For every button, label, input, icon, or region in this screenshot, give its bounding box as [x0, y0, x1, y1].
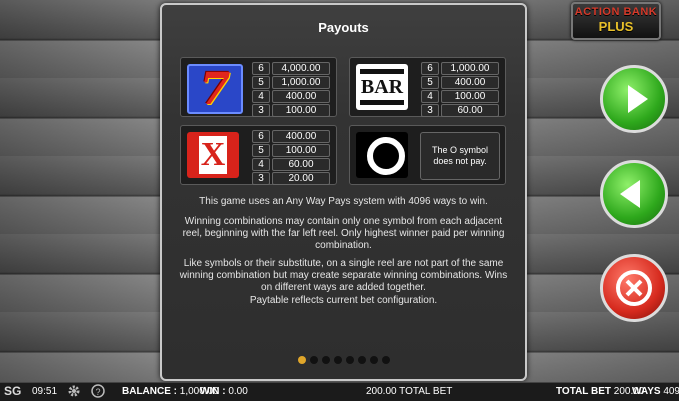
pay-count: 5 [252, 144, 270, 157]
pay-value: 100.00 [441, 90, 499, 103]
rule-text-ways: This game uses an Any Way Pays system wi… [199, 196, 488, 207]
rule-text-like-symbols: Like symbols or their substitute, on a s… [179, 258, 508, 293]
paytable-tile-o: The O symbol does not pay. [349, 125, 506, 185]
pay-count: 4 [252, 158, 270, 171]
o-symbol-note: The O symbol does not pay. [420, 132, 500, 180]
bar-symbol-icon: BAR [356, 64, 408, 110]
pay-row: 6 4,000.00 [252, 62, 330, 75]
pay-value: 400.00 [272, 130, 330, 143]
logo-line1: ACTION BANK [574, 6, 658, 18]
page-dot[interactable] [321, 356, 330, 364]
page-dot[interactable] [381, 356, 390, 364]
pay-row: 4 400.00 [252, 90, 330, 103]
pay-value: 100.00 [272, 144, 330, 157]
pay-value: 20.00 [272, 172, 330, 185]
pay-row: 3 20.00 [252, 172, 330, 185]
logo-line2: PLUS [598, 19, 634, 34]
page-dot[interactable] [345, 356, 354, 364]
pay-value: 400.00 [441, 76, 499, 89]
rule-text-paytable: Paytable reflects current bet configurat… [249, 295, 438, 306]
pay-row: 4 100.00 [421, 90, 499, 103]
pay-row: 3 60.00 [421, 104, 499, 117]
settings-gear-icon[interactable] [67, 384, 81, 401]
total-bet-label: TOTAL BET [556, 386, 611, 397]
paytable-tile-bar: BAR 6 1,000.00 5 400.00 4 100.00 3 60.00 [349, 57, 506, 117]
pay-row: 3 100.00 [252, 104, 330, 117]
pay-count: 5 [252, 76, 270, 89]
x-label: X [200, 136, 226, 173]
paytable-panel: Payouts 7 6 4,000.00 5 1,000.00 4 400.00 31… [160, 3, 527, 381]
seven-symbol-icon: 7 [187, 64, 243, 115]
clock: 09:51 [32, 386, 58, 397]
pay-count: 4 [252, 90, 270, 103]
win-label: WIN : [200, 386, 226, 397]
pay-value: 100.00 [272, 104, 330, 117]
pay-row: 5 100.00 [252, 144, 330, 157]
seven-glyph: 7 [199, 64, 231, 115]
ways-label: WAYS [632, 386, 661, 397]
balance-label: BALANCE : [122, 386, 177, 397]
svg-text:?: ? [95, 387, 100, 397]
page-dot[interactable] [297, 356, 306, 364]
pay-row: 6 1,000.00 [421, 62, 499, 75]
ways-display: WAYS 4096 [632, 386, 679, 397]
pay-value: 4,000.00 [272, 62, 330, 75]
play-right-icon [628, 85, 648, 113]
rule-text-combinations: Winning combinations may contain only on… [182, 216, 505, 251]
pay-row: 6 400.00 [252, 130, 330, 143]
win-value: 0.00 [228, 386, 248, 397]
pay-count: 3 [421, 104, 439, 117]
pay-count: 6 [421, 62, 439, 75]
pagination-dots [162, 356, 525, 364]
close-x-icon [616, 270, 652, 306]
paytable-tile-seven: 7 6 4,000.00 5 1,000.00 4 400.00 3 100.00 [180, 57, 337, 117]
page-dot[interactable] [357, 356, 366, 364]
close-button[interactable] [600, 254, 668, 322]
win-display: WIN : 0.00 [200, 386, 248, 397]
pay-row: 5 400.00 [421, 76, 499, 89]
paytable-tile-x: X 6 400.00 5 100.00 4 60.00 3 20.00 [180, 125, 337, 185]
status-bar: SG 09:51 ? BALANCE : 1,000.00 WIN : 0.00… [0, 382, 679, 401]
pay-value: 1,000.00 [272, 76, 330, 89]
pay-value: 1,000.00 [441, 62, 499, 75]
pay-value: 60.00 [272, 158, 330, 171]
pay-count: 3 [252, 104, 270, 117]
pay-value: 400.00 [272, 90, 330, 103]
previous-page-button[interactable] [600, 160, 668, 228]
pay-count: 6 [252, 130, 270, 143]
page-dot[interactable] [333, 356, 342, 364]
pay-row: 5 1,000.00 [252, 76, 330, 89]
x-symbol-icon: X [187, 132, 239, 178]
next-page-button[interactable] [600, 65, 668, 133]
help-icon[interactable]: ? [91, 384, 105, 401]
page-dot[interactable] [369, 356, 378, 364]
bar-label: BAR [360, 76, 404, 98]
play-left-icon [620, 180, 640, 208]
brand-logo: SG [4, 384, 22, 398]
pay-row: 4 60.00 [252, 158, 330, 171]
page-dot[interactable] [309, 356, 318, 364]
pay-value: 60.00 [441, 104, 499, 117]
o-symbol-icon [356, 132, 408, 178]
ways-value: 4096 [663, 386, 679, 397]
pay-count: 4 [421, 90, 439, 103]
pay-count: 3 [252, 172, 270, 185]
pay-count: 5 [421, 76, 439, 89]
game-logo: ACTION BANK PLUS [571, 2, 661, 40]
pay-count: 6 [252, 62, 270, 75]
center-total-bet: 200.00 TOTAL BET [366, 386, 453, 397]
panel-title: Payouts [318, 20, 369, 35]
